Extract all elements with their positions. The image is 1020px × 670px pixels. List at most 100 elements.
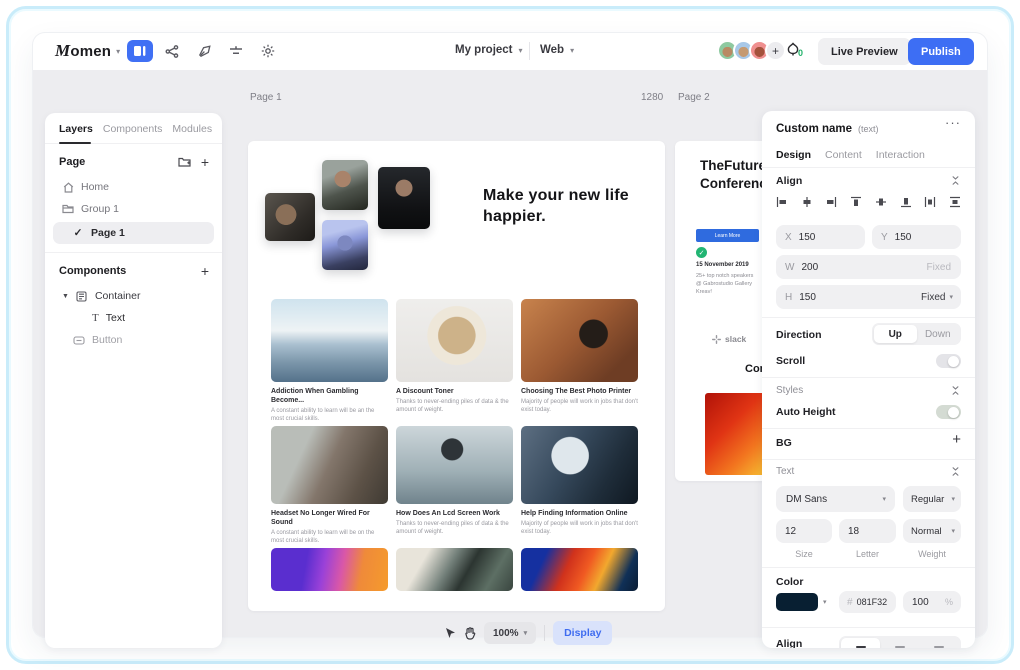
align-left-icon[interactable] — [776, 196, 788, 208]
tab-content[interactable]: Content — [825, 149, 862, 161]
tab-components[interactable]: Components — [103, 123, 163, 135]
sidebar-item-home[interactable]: Home — [45, 176, 222, 198]
hand-icon[interactable] — [464, 627, 476, 640]
sidebar-item-group1[interactable]: Group 1 — [45, 198, 222, 220]
settings-sliders-button[interactable] — [223, 40, 249, 62]
tab-layers[interactable]: Layers — [59, 123, 93, 135]
add-bg-icon[interactable]: + — [952, 431, 961, 448]
preferences-button[interactable] — [255, 40, 281, 62]
cursor-icon[interactable] — [445, 627, 456, 639]
align-bar-icon — [934, 646, 944, 648]
credits-indicator[interactable]: 0 — [786, 42, 803, 58]
direction-up-option[interactable]: Up — [874, 325, 917, 343]
align-center-horizontal-icon[interactable] — [801, 196, 813, 208]
font-style-select[interactable]: Regular ▾ — [903, 486, 961, 512]
logo-menu[interactable]: Momen ▾ — [55, 41, 120, 61]
article-card[interactable]: Choosing The Best Photo Printer Majority… — [521, 299, 638, 423]
align-center-vertical-icon[interactable] — [875, 196, 887, 208]
home-icon — [62, 182, 74, 193]
page2-label[interactable]: Page 2 — [678, 92, 710, 103]
collapse-icon[interactable] — [950, 175, 961, 186]
tab-design[interactable]: Design — [776, 149, 811, 161]
portrait-photo[interactable] — [378, 167, 430, 229]
divider — [762, 627, 975, 628]
x-position-field[interactable]: X 150 — [776, 225, 865, 249]
sidebar-item-label: Home — [81, 181, 109, 193]
color-hex-field[interactable]: # 081F32 — [839, 591, 896, 613]
sidebar-item-page1[interactable]: ✓ Page 1 — [53, 222, 214, 244]
article-card[interactable] — [271, 548, 388, 591]
pen-tool-button[interactable] — [191, 40, 217, 62]
screen: Momen ▾ — [0, 0, 1020, 670]
article-card[interactable]: How Does An Lcd Screen Work Thanks to ne… — [396, 426, 513, 545]
color-opacity-field[interactable]: 100 % — [903, 591, 961, 613]
element-name[interactable]: Custom name — [776, 123, 852, 135]
chevron-down-icon: ▾ — [882, 495, 886, 503]
w-value: 200 — [801, 262, 818, 273]
tab-interaction[interactable]: Interaction — [876, 149, 925, 161]
article-card[interactable] — [396, 548, 513, 591]
article-card[interactable]: Headset No Longer Wired For Sound A cons… — [271, 426, 388, 545]
tab-modules[interactable]: Modules — [172, 123, 212, 135]
portrait-photo[interactable] — [265, 193, 315, 241]
distribute-horizontal-icon[interactable] — [924, 196, 936, 208]
project-menu[interactable]: My project ▾ — [455, 44, 523, 56]
text-align-right-option[interactable] — [920, 638, 959, 648]
align-bottom-icon[interactable] — [900, 196, 912, 208]
height-field[interactable]: H 150 Fixed ▾ — [776, 285, 961, 309]
page1-artboard[interactable]: Make your new life happier. Addiction Wh… — [248, 141, 665, 611]
card-image — [396, 548, 513, 591]
collapse-icon[interactable] — [950, 466, 961, 477]
divider — [544, 625, 545, 641]
layers-panel-button[interactable] — [127, 40, 153, 62]
article-card[interactable]: Help Finding Information Online Majority… — [521, 426, 638, 545]
add-page-icon[interactable]: + — [201, 154, 209, 170]
add-collaborator-button[interactable]: + — [765, 40, 786, 61]
x-label: X — [785, 232, 792, 243]
card-image — [396, 426, 513, 504]
align-right-icon[interactable] — [825, 196, 837, 208]
add-component-icon[interactable]: + — [201, 263, 209, 279]
auto-height-toggle[interactable] — [936, 405, 961, 419]
page1-label[interactable]: Page 1 — [250, 92, 282, 103]
article-card[interactable]: Addiction When Gambling Become... A cons… — [271, 299, 388, 423]
collapse-icon[interactable] — [950, 385, 961, 396]
direction-segmented: Up Down — [872, 323, 961, 345]
divider — [762, 377, 975, 378]
y-position-field[interactable]: Y 150 — [872, 225, 961, 249]
card-image — [271, 548, 388, 591]
color-swatch-select[interactable]: ▾ — [776, 593, 827, 611]
publish-button[interactable]: Publish — [908, 38, 974, 65]
hero-heading[interactable]: Make your new life happier. — [483, 185, 638, 227]
hex-prefix: # — [847, 597, 853, 608]
add-folder-icon[interactable] — [178, 156, 191, 168]
article-card[interactable]: A Discount Toner Thanks to never-ending … — [396, 299, 513, 423]
h-mode[interactable]: Fixed — [921, 292, 945, 303]
zoom-select[interactable]: 100% ▾ — [484, 622, 536, 644]
align-top-icon[interactable] — [850, 196, 862, 208]
font-size-field[interactable]: 12 — [776, 519, 832, 543]
portrait-photo[interactable] — [322, 220, 368, 270]
component-item-container[interactable]: ▼ Container — [45, 285, 222, 307]
card-title: Choosing The Best Photo Printer — [521, 387, 638, 396]
letter-spacing-field[interactable]: 18 — [839, 519, 896, 543]
text-align-center-option[interactable] — [880, 638, 919, 648]
live-preview-button[interactable]: Live Preview — [818, 38, 911, 65]
direction-down-option[interactable]: Down — [917, 325, 960, 343]
component-item-button[interactable]: Button — [45, 329, 222, 351]
width-field[interactable]: W 200 Fixed — [776, 255, 961, 279]
learn-more-button[interactable]: Learn More — [696, 229, 759, 242]
distribute-vertical-icon[interactable] — [949, 196, 961, 208]
share-nodes-button[interactable] — [159, 40, 185, 62]
more-menu-icon[interactable]: ··· — [945, 115, 961, 130]
article-card[interactable] — [521, 548, 638, 591]
font-family-select[interactable]: DM Sans ▾ — [776, 486, 895, 512]
display-button[interactable]: Display — [553, 621, 612, 645]
component-item-text[interactable]: T Text — [45, 307, 222, 329]
platform-menu[interactable]: Web ▾ — [540, 44, 574, 56]
font-weight-select[interactable]: Normal ▾ — [903, 519, 961, 543]
text-align-left-option[interactable] — [841, 638, 880, 648]
scroll-toggle[interactable] — [936, 354, 961, 368]
text-align-label: Align — [776, 638, 802, 648]
portrait-photo[interactable] — [322, 160, 368, 210]
